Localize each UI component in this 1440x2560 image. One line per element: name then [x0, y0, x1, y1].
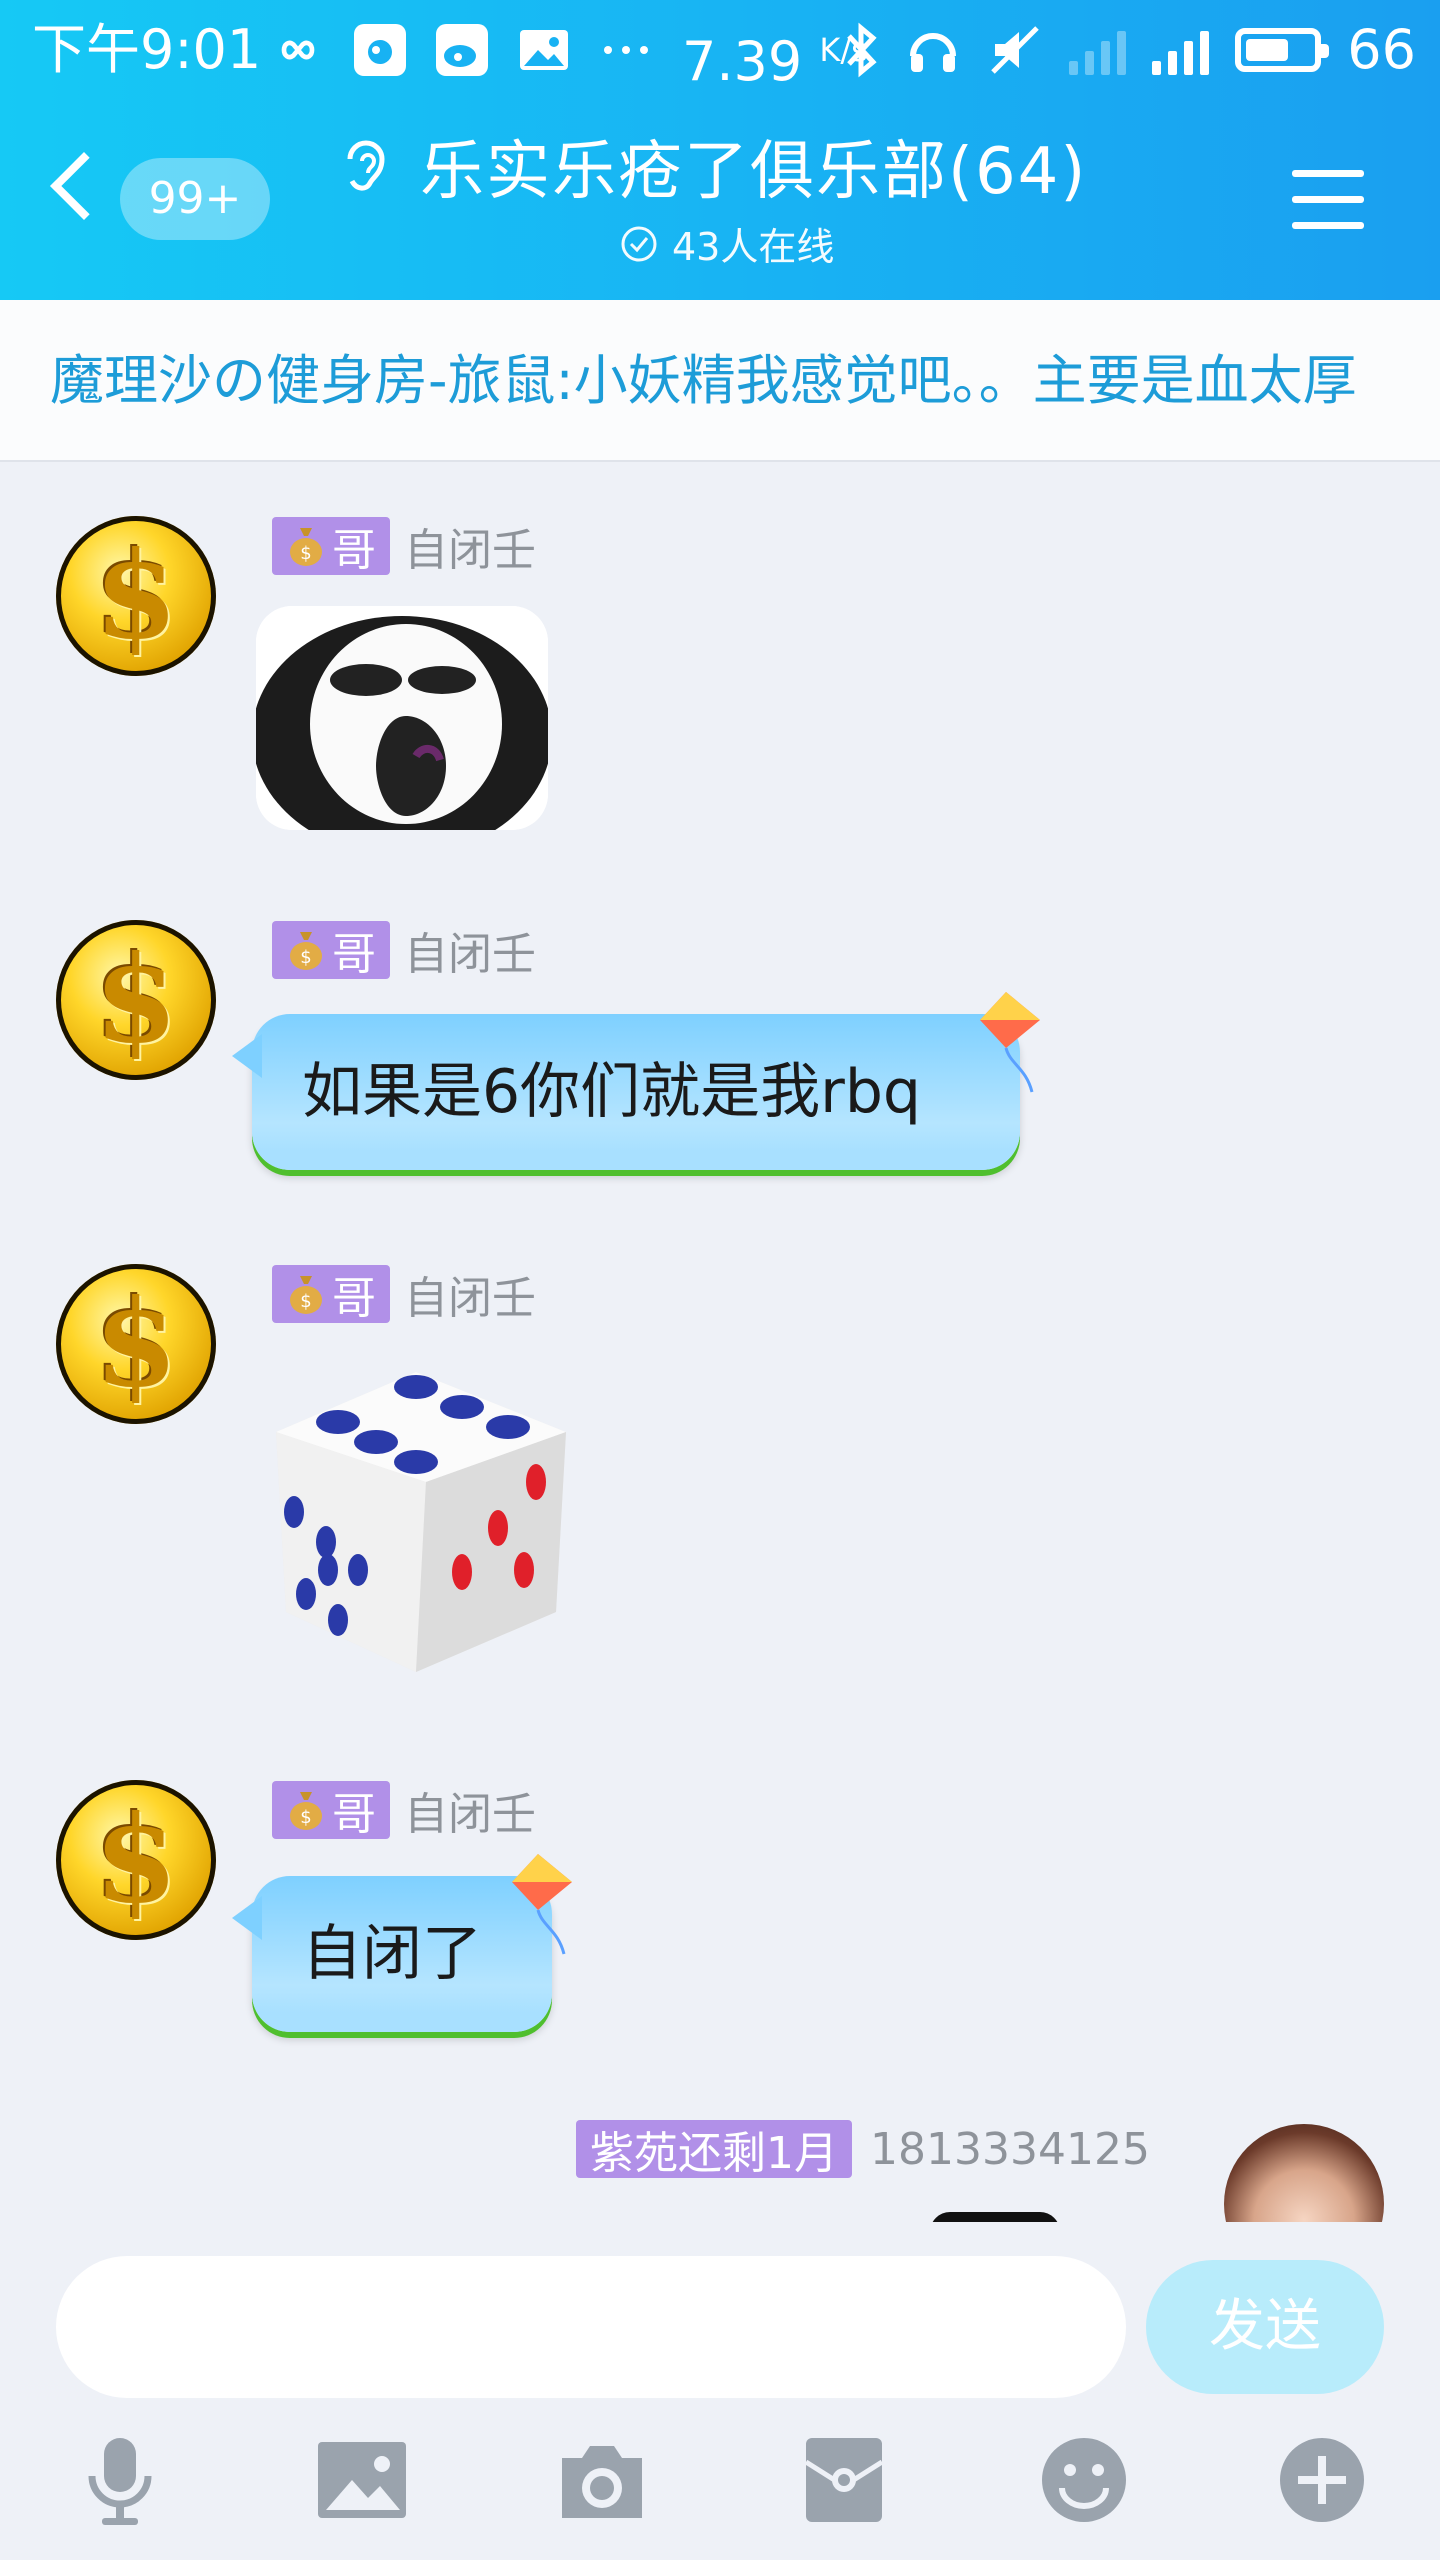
signal-4g-icon: [1152, 25, 1210, 75]
message-meta: $ 哥 自闭壬: [272, 514, 536, 578]
partial-image[interactable]: [930, 2212, 1060, 2222]
avatar[interactable]: $: [56, 920, 216, 1080]
emoji-icon[interactable]: [1036, 2432, 1132, 2528]
member-title-tag: $ 哥: [272, 921, 390, 980]
svg-text:$: $: [300, 1807, 311, 1828]
member-title-tag: 紫苑还剩1月: [576, 2120, 853, 2179]
image-icon[interactable]: [314, 2432, 410, 2528]
status-notification-icons: [270, 0, 654, 100]
member-title-tag: $ 哥: [272, 1265, 390, 1324]
menu-icon[interactable]: [1292, 170, 1364, 232]
message-meta: 紫苑还剩1月 1813334125: [576, 2120, 1150, 2179]
back-chevron-icon[interactable]: [50, 152, 118, 220]
avatar[interactable]: $: [56, 516, 216, 676]
svg-text:$: $: [300, 1291, 311, 1312]
status-bar: 下午9:01 7.39 K/s 66: [0, 0, 1440, 100]
mute-icon: [991, 26, 1040, 74]
gallery-icon: [520, 30, 568, 70]
online-count[interactable]: 43人在线: [620, 216, 834, 271]
title-bar: 下午9:01 7.39 K/s 66 99+ 乐实乐疮了俱乐部(64) 43人在…: [0, 0, 1440, 300]
ear-icon: [347, 140, 385, 191]
bluetooth-icon: [847, 22, 877, 78]
message-meta: $ 哥 自闭壬: [272, 918, 536, 982]
uc-browser-icon: [354, 24, 406, 76]
microphone-icon[interactable]: [72, 2432, 168, 2528]
coin-dollar-icon: $: [94, 1273, 178, 1414]
sender-name[interactable]: 自闭壬: [404, 918, 536, 982]
kite-decoration-icon: [980, 992, 1040, 1093]
chat-title-group[interactable]: 乐实乐疮了俱乐部(64): [340, 120, 1087, 212]
message-meta: $ 哥 自闭壬: [272, 1262, 536, 1326]
infinity-icon: [281, 40, 315, 60]
group-notice[interactable]: 魔理沙の健身房-旅鼠:小妖精我感觉吧。。主要是血太厚: [0, 300, 1440, 462]
battery-fill: [1246, 39, 1289, 61]
online-count-text: 43人在线: [672, 225, 835, 269]
input-toolbar: [0, 2432, 1440, 2552]
message-bubble[interactable]: 如果是6你们就是我rbq: [232, 1014, 1020, 1170]
signal-sim1-icon: [1069, 25, 1127, 75]
status-system-icons: 66: [843, 0, 1416, 100]
money-bag-icon: $: [290, 1792, 322, 1830]
member-title-tag: $ 哥: [272, 1781, 390, 1840]
svg-text:$: $: [300, 543, 311, 564]
sender-name[interactable]: 自闭壬: [404, 514, 536, 578]
unread-badge[interactable]: 99+: [120, 158, 270, 240]
weibo-icon: [436, 24, 488, 76]
headphones-icon: [910, 33, 957, 72]
kite-decoration-icon: [512, 1854, 572, 1955]
message-input[interactable]: [56, 2256, 1126, 2398]
check-circle-icon: [621, 226, 657, 261]
camera-icon[interactable]: [554, 2432, 650, 2528]
panda-sticker-image[interactable]: [256, 606, 548, 830]
battery-percent: 66: [1347, 18, 1416, 81]
input-bar: 发送: [0, 2222, 1440, 2560]
money-bag-icon: $: [290, 528, 322, 566]
money-bag-icon: $: [290, 1276, 322, 1314]
avatar[interactable]: [1224, 2124, 1384, 2222]
avatar[interactable]: $: [56, 1264, 216, 1424]
message-meta: $ 哥 自闭壬: [272, 1778, 536, 1842]
money-bag-icon: $: [290, 932, 322, 970]
message-bubble[interactable]: 自闭了: [232, 1876, 552, 2032]
send-button[interactable]: 发送: [1146, 2260, 1384, 2394]
plus-icon[interactable]: [1274, 2432, 1370, 2528]
coin-dollar-icon: $: [94, 1789, 178, 1930]
dice-sticker[interactable]: [266, 1362, 586, 1682]
svg-text:$: $: [300, 947, 311, 968]
sender-name[interactable]: 自闭壬: [404, 1778, 536, 1842]
more-dots-icon: [604, 46, 648, 54]
status-time: 下午9:01: [32, 18, 262, 81]
message-list[interactable]: $ $ 哥 自闭壬 $ $ 哥 自闭壬 如果是6你们就是我rbq $ $ 哥 自…: [0, 462, 1440, 2222]
coin-dollar-icon: $: [94, 929, 178, 1070]
avatar[interactable]: $: [56, 1780, 216, 1940]
sender-name[interactable]: 自闭壬: [404, 1262, 536, 1326]
sender-name[interactable]: 1813334125: [870, 2124, 1150, 2175]
chat-title: 乐实乐疮了俱乐部(64): [420, 135, 1088, 209]
network-speed: 7.39 K/s: [682, 30, 868, 93]
coin-dollar-icon: $: [94, 525, 178, 666]
member-title-tag: $ 哥: [272, 517, 390, 576]
red-packet-icon[interactable]: [796, 2432, 892, 2528]
battery-icon: [1235, 28, 1330, 72]
